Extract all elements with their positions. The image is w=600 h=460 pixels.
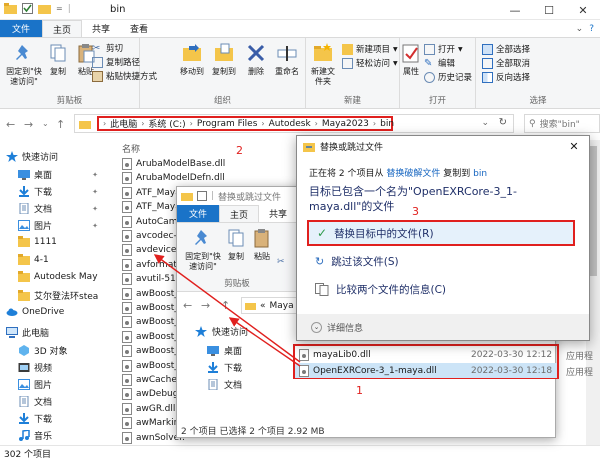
chevron-down-icon: ⌄	[311, 321, 322, 333]
more-details-toggle[interactable]: ⌄ 详细信息	[297, 314, 589, 340]
dialog-title: 替换或跳过文件	[320, 142, 384, 153]
replace-option-label: 替换目标中的文件(R)	[334, 227, 434, 240]
replace-files-option[interactable]: ✓ 替换目标中的文件(R)	[307, 220, 575, 246]
dialog-title-bar: 替换或跳过文件	[297, 136, 589, 156]
dialog-close-button[interactable]: ✕	[561, 138, 587, 154]
more-details-label: 详细信息	[327, 323, 364, 334]
annotation-3: 3	[412, 205, 419, 218]
skip-icon: ↻	[315, 254, 325, 268]
copy-info-prefix: 正在将 2 个项目从	[309, 169, 384, 179]
skip-files-option[interactable]: ↻ 跳过该文件(S)	[307, 248, 575, 274]
checkmark-icon: ✓	[317, 226, 328, 240]
destination-folder-link[interactable]: bin	[473, 169, 487, 179]
dialog-message: 目标已包含一个名为"OpenEXRCore-3_1-maya.dll"的文件	[309, 185, 517, 213]
skip-option-label: 跳过该文件(S)	[331, 255, 399, 268]
copy-info-mid: 复制到	[443, 169, 471, 179]
compare-option-label: 比较两个文件的信息(C)	[336, 283, 447, 296]
source-folder-link[interactable]: 替换破解文件	[386, 169, 440, 179]
compare-files-option[interactable]: 比较两个文件的信息(C)	[307, 276, 575, 302]
replace-or-skip-dialog: 替换或跳过文件 ✕ 正在将 2 个项目从 替换破解文件 复制到 bin 目标已包…	[296, 135, 590, 341]
arrow-to-nav	[228, 317, 301, 367]
arrow-to-file-list	[153, 254, 301, 363]
copy-progress-icon	[303, 142, 315, 152]
dialog-copy-info: 正在将 2 个项目从 替换破解文件 复制到 bin	[309, 166, 487, 179]
compare-icon	[315, 282, 329, 296]
